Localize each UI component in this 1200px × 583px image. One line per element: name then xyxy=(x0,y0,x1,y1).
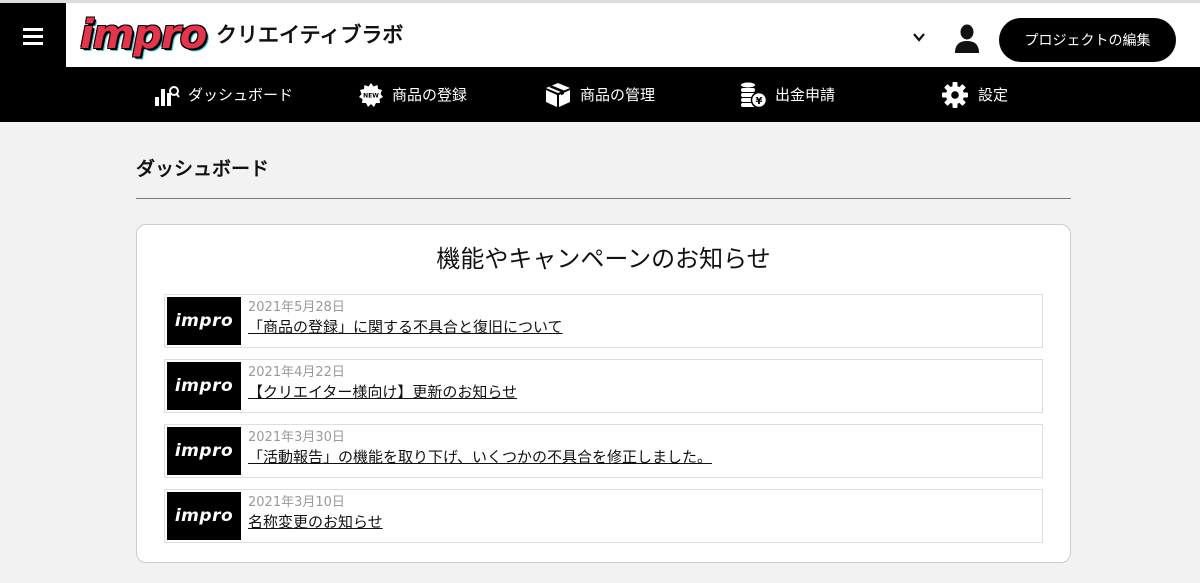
main-nav: ダッシュボード NEW 商品の登録 商品の管理 ¥ 出金申請 設定 xyxy=(0,67,1200,122)
brand-name: クリエイティブラボ xyxy=(216,23,404,47)
svg-text:NEW: NEW xyxy=(363,92,379,99)
nav-item-label: 商品の登録 xyxy=(392,86,468,104)
chart-icon xyxy=(155,85,180,106)
news-date: 2021年5月28日 xyxy=(248,300,345,315)
news-title-link[interactable]: 【クリエイター様向け】更新のお知らせ xyxy=(248,383,517,403)
nav-item-register-product[interactable]: NEW 商品の登録 xyxy=(358,67,467,122)
news-title-link[interactable]: 「商品の登録」に関する不具合と復旧について xyxy=(248,318,563,338)
edit-project-button[interactable]: プロジェクトの編集 xyxy=(999,18,1176,62)
top-bar: impro クリエイティブラボ プロジェクトの編集 xyxy=(0,0,1200,70)
nav-item-manage-products[interactable]: 商品の管理 xyxy=(544,67,655,122)
news-thumbnail: impro xyxy=(167,427,241,475)
news-item[interactable]: impro 2021年3月30日 「活動報告」の機能を取り下げ、いくつかの不具合… xyxy=(164,424,1043,478)
nav-item-label: 設定 xyxy=(978,86,1009,104)
title-divider xyxy=(136,198,1071,199)
news-title-link[interactable]: 「活動報告」の機能を取り下げ、いくつかの不具合を修正しました。 xyxy=(248,448,712,468)
hamburger-icon xyxy=(23,35,43,38)
nav-item-label: 出金申請 xyxy=(775,86,836,104)
impro-logo[interactable]: impro xyxy=(80,12,207,58)
news-item[interactable]: impro 2021年3月10日 名称変更のお知らせ xyxy=(164,489,1043,543)
thumbnail-logo-text: impro xyxy=(174,441,234,461)
hamburger-menu-button[interactable] xyxy=(0,3,66,70)
thumbnail-logo-text: impro xyxy=(174,311,234,331)
announcements-card: 機能やキャンペーンのお知らせ impro 2021年5月28日 「商品の登録」に… xyxy=(136,224,1071,563)
news-thumbnail: impro xyxy=(167,362,241,410)
box-icon xyxy=(546,82,570,107)
news-thumbnail: impro xyxy=(167,297,241,345)
news-date: 2021年3月10日 xyxy=(248,495,345,510)
nav-item-label: 商品の管理 xyxy=(580,86,656,104)
card-title: 機能やキャンペーンのお知らせ xyxy=(436,245,771,273)
news-title-link[interactable]: 名称変更のお知らせ xyxy=(248,513,383,533)
page-title: ダッシュボード xyxy=(136,158,270,180)
news-item[interactable]: impro 2021年5月28日 「商品の登録」に関する不具合と復旧について xyxy=(164,294,1043,348)
thumbnail-logo-text: impro xyxy=(174,376,234,396)
chevron-down-icon[interactable] xyxy=(912,30,926,44)
nav-item-settings[interactable]: 設定 xyxy=(940,67,1008,122)
news-date: 2021年3月30日 xyxy=(248,430,345,445)
gear-icon xyxy=(942,81,968,108)
user-icon[interactable] xyxy=(953,23,981,53)
logo-text: impro xyxy=(80,12,207,58)
thumbnail-logo-text: impro xyxy=(174,506,234,526)
nav-item-dashboard[interactable]: ダッシュボード xyxy=(154,67,293,122)
nav-item-label: ダッシュボード xyxy=(188,86,294,104)
nav-item-withdrawal[interactable]: ¥ 出金申請 xyxy=(739,67,835,122)
news-date: 2021年4月22日 xyxy=(248,365,345,380)
new-badge-icon: NEW xyxy=(359,82,383,107)
news-thumbnail: impro xyxy=(167,492,241,540)
coins-yen-icon: ¥ xyxy=(741,82,767,108)
svg-text:¥: ¥ xyxy=(756,96,763,107)
news-item[interactable]: impro 2021年4月22日 【クリエイター様向け】更新のお知らせ xyxy=(164,359,1043,413)
